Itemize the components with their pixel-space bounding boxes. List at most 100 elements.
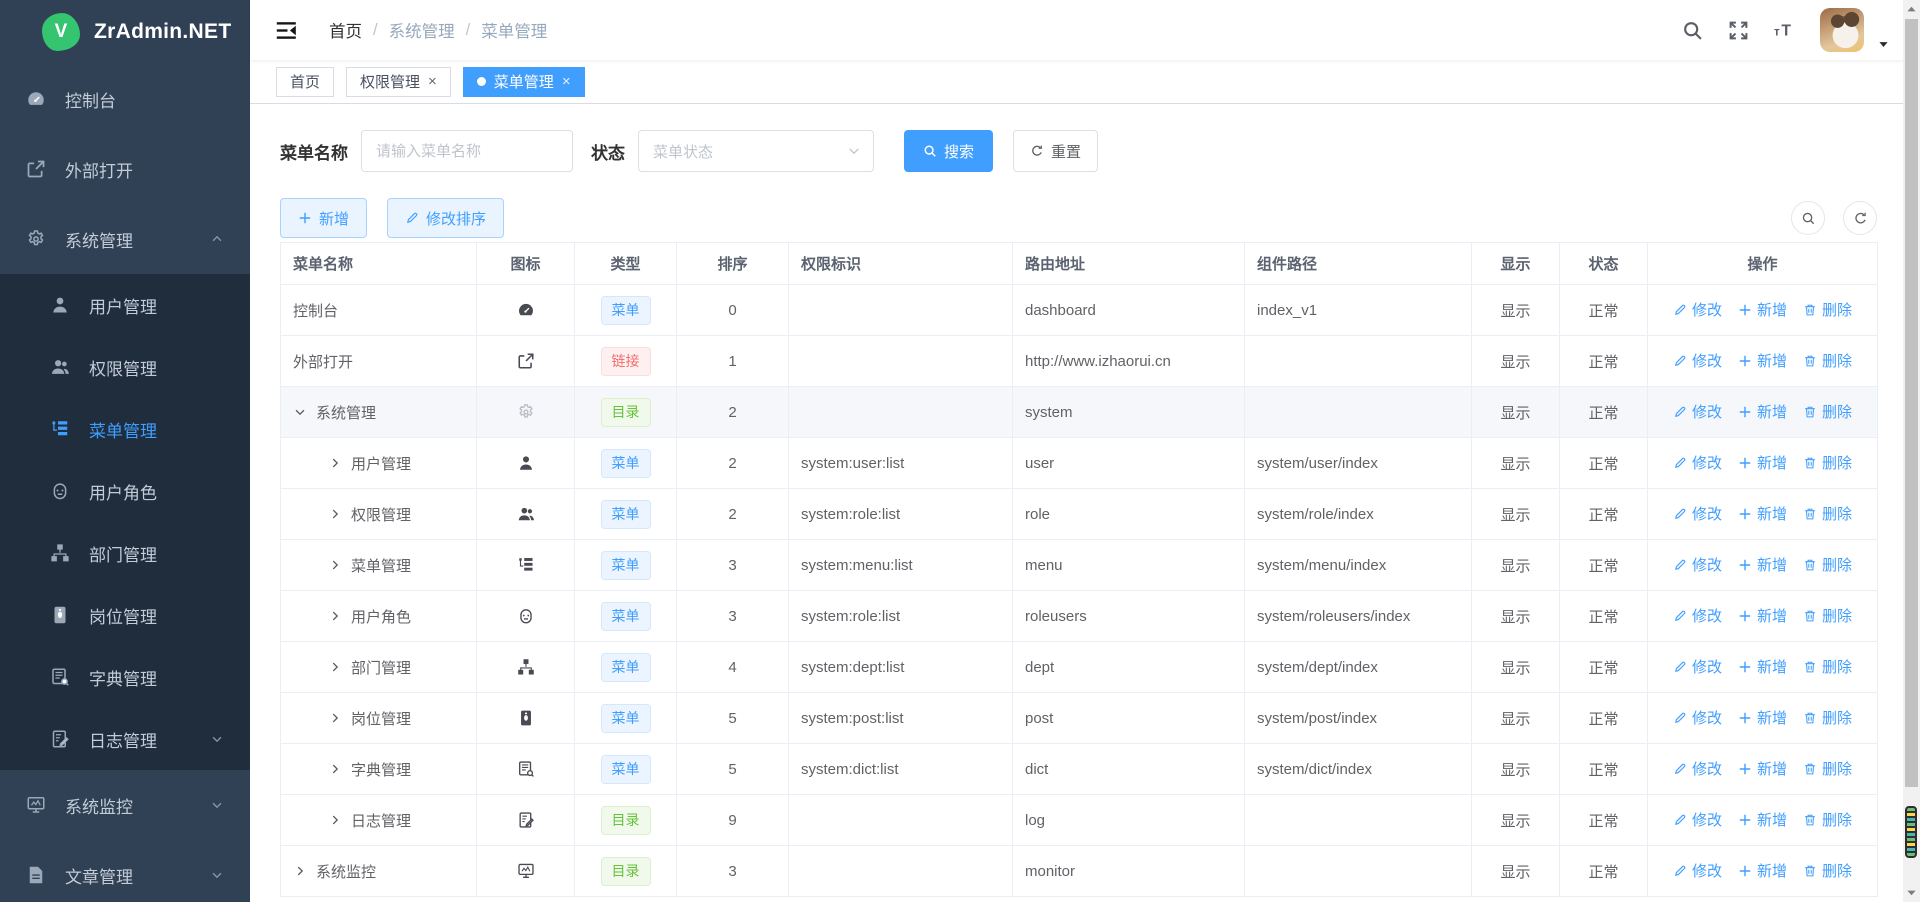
tab-1[interactable]: 权限管理 × [346,67,451,97]
edit-link[interactable]: 修改 [1673,605,1722,626]
sidebar-item-0[interactable]: 控制台 [0,64,250,134]
delete-link[interactable]: 删除 [1803,707,1852,728]
add-link[interactable]: 新增 [1738,656,1787,677]
delete-link[interactable]: 删除 [1803,656,1852,677]
scroll-up-icon[interactable] [1906,4,1917,15]
delete-link[interactable]: 删除 [1803,860,1852,881]
sidebar-item-2[interactable]: 系统管理 [0,204,250,274]
breadcrumb-item-2[interactable]: 菜单管理 [481,18,547,42]
delete-link[interactable]: 删除 [1803,758,1852,779]
trash-icon [1803,813,1817,827]
breadcrumb-item-0[interactable]: 首页 [329,18,362,42]
breadcrumb-item-1[interactable]: 系统管理 [389,18,455,42]
delete-link[interactable]: 删除 [1803,452,1852,473]
tab-2[interactable]: 菜单管理 × [463,67,585,97]
sidebar-item-9[interactable]: 字典管理 [0,646,250,708]
sort-cell: 5 [677,693,789,744]
expand-row-icon[interactable] [328,507,342,521]
add-link[interactable]: 新增 [1738,452,1787,473]
edit-link[interactable]: 修改 [1673,860,1722,881]
edit-link[interactable]: 修改 [1673,656,1722,677]
delete-link[interactable]: 删除 [1803,299,1852,320]
expand-row-icon[interactable] [328,813,342,827]
scrollbar-thumb[interactable] [1905,19,1918,787]
search-button[interactable]: 搜索 [904,130,993,172]
menu-name-cell: 外部打开 [293,351,464,372]
sidebar-item-8[interactable]: 岗位管理 [0,584,250,646]
expand-row-icon[interactable] [293,864,307,878]
sidebar-item-11[interactable]: 系统监控 [0,770,250,840]
type-badge: 菜单 [601,602,651,631]
status-cell: 正常 [1560,387,1648,438]
expand-row-icon[interactable] [328,609,342,623]
add-link[interactable]: 新增 [1738,605,1787,626]
expand-row-icon[interactable] [328,558,342,572]
delete-link[interactable]: 删除 [1803,401,1852,422]
edit-link[interactable]: 修改 [1673,809,1722,830]
sidebar-item-1[interactable]: 外部打开 [0,134,250,204]
tab-0[interactable]: 首页 [276,67,334,97]
edit-link[interactable]: 修改 [1673,350,1722,371]
font-size-icon[interactable]: тT [1774,20,1795,41]
menu-name-input[interactable] [361,130,573,172]
refresh-table-button[interactable] [1843,201,1877,235]
route-cell: dept [1013,642,1245,693]
edit-icon [1673,711,1687,725]
sidebar-item-4[interactable]: 权限管理 [0,336,250,398]
edit-link[interactable]: 修改 [1673,299,1722,320]
operations-cell: 修改新增删除 [1648,489,1878,540]
collapse-row-icon[interactable] [293,405,307,419]
edit-link[interactable]: 修改 [1673,503,1722,524]
expand-row-icon[interactable] [328,711,342,725]
scroll-down-icon[interactable] [1906,887,1917,898]
sidebar-item-3[interactable]: 用户管理 [0,274,250,336]
delete-link[interactable]: 删除 [1803,809,1852,830]
menu-status-select[interactable]: 菜单状态 [638,130,874,172]
chevron-down-icon [210,868,224,882]
user-avatar[interactable] [1820,8,1864,52]
delete-link[interactable]: 删除 [1803,350,1852,371]
tab-close-icon[interactable]: × [428,74,437,89]
delete-link[interactable]: 删除 [1803,503,1852,524]
add-link[interactable]: 新增 [1738,503,1787,524]
add-link[interactable]: 新增 [1738,554,1787,575]
user-menu-caret-icon[interactable] [1877,38,1890,51]
add-link[interactable]: 新增 [1738,758,1787,779]
sort-cell: 0 [677,285,789,336]
expand-row-icon[interactable] [328,762,342,776]
add-button[interactable]: 新增 [280,198,367,238]
tab-close-icon[interactable]: × [562,74,571,89]
table-row: 控制台 菜单 0 dashboard index_v1 显示 正常 修改新增删除 [281,285,1878,336]
add-link[interactable]: 新增 [1738,707,1787,728]
header-search-icon[interactable] [1682,20,1703,41]
add-link[interactable]: 新增 [1738,350,1787,371]
sidebar-item-7[interactable]: 部门管理 [0,522,250,584]
browser-scrollbar[interactable] [1903,0,1920,902]
sidebar-collapse-icon[interactable] [276,21,299,40]
sidebar-item-6[interactable]: 用户角色 [0,460,250,522]
expand-row-icon[interactable] [328,456,342,470]
filter-form: 菜单名称 状态 菜单状态 搜索 [280,130,1920,172]
edit-link[interactable]: 修改 [1673,452,1722,473]
add-link[interactable]: 新增 [1738,299,1787,320]
expand-row-icon[interactable] [328,660,342,674]
add-link[interactable]: 新增 [1738,809,1787,830]
modify-sort-button[interactable]: 修改排序 [387,198,504,238]
add-link[interactable]: 新增 [1738,860,1787,881]
reset-button[interactable]: 重置 [1013,130,1098,172]
show-search-toggle-button[interactable] [1791,201,1825,235]
sidebar-item-5[interactable]: 菜单管理 [0,398,250,460]
edit-link[interactable]: 修改 [1673,758,1722,779]
fullscreen-icon[interactable] [1728,20,1749,41]
logo[interactable]: V ZrAdmin.NET [0,0,250,64]
trash-icon [1803,558,1817,572]
edit-link[interactable]: 修改 [1673,401,1722,422]
route-cell: menu [1013,540,1245,591]
sidebar-item-10[interactable]: 日志管理 [0,708,250,770]
add-link[interactable]: 新增 [1738,401,1787,422]
delete-link[interactable]: 删除 [1803,554,1852,575]
sidebar-item-12[interactable]: 文章管理 [0,840,250,902]
edit-link[interactable]: 修改 [1673,707,1722,728]
edit-link[interactable]: 修改 [1673,554,1722,575]
delete-link[interactable]: 删除 [1803,605,1852,626]
